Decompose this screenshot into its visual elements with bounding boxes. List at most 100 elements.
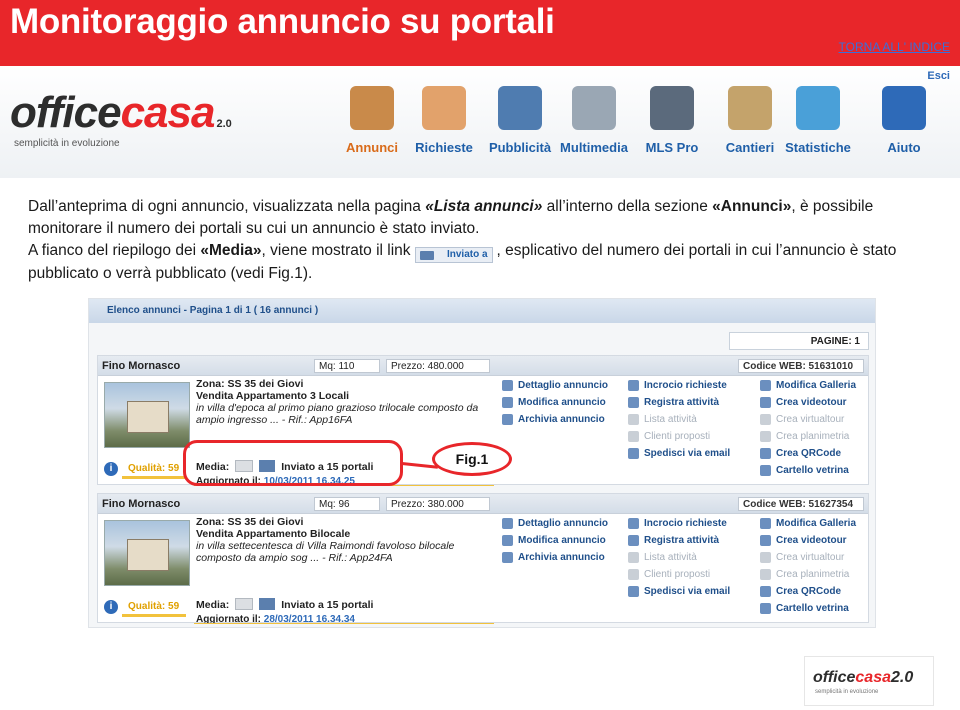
action-item[interactable]: Archivia annuncio bbox=[502, 550, 632, 567]
action-item[interactable]: Cartello vetrina bbox=[760, 601, 875, 618]
slide: Monitoraggio annuncio su portali TORNA A… bbox=[0, 0, 960, 710]
action-icon bbox=[628, 552, 639, 563]
action-item[interactable]: Incrocio richieste bbox=[628, 516, 758, 533]
media-summary: Media: Inviato a 15 portali bbox=[196, 598, 374, 611]
info-icon[interactable]: i bbox=[104, 462, 118, 476]
listing-price: Prezzo: 380.000 bbox=[386, 497, 490, 511]
nav-label: Richieste bbox=[415, 140, 473, 155]
nav-label: Aiuto bbox=[887, 140, 921, 155]
mls-icon bbox=[650, 86, 694, 130]
logout-link[interactable]: Esci bbox=[927, 70, 950, 82]
action-icon bbox=[628, 518, 639, 529]
footer-logo: officecasa2.0 semplicità in evoluzione bbox=[804, 656, 934, 706]
action-icon bbox=[502, 380, 513, 391]
action-item[interactable]: Spedisci via email bbox=[628, 446, 758, 463]
action-item[interactable]: Cartello vetrina bbox=[760, 463, 875, 480]
action-item[interactable]: Archivia annuncio bbox=[502, 412, 632, 429]
listing-code: Codice WEB: 51631010 bbox=[738, 359, 864, 373]
listing-photo[interactable] bbox=[104, 520, 190, 586]
action-item: Lista attività bbox=[628, 412, 758, 429]
action-icon bbox=[628, 569, 639, 580]
quality-indicator: i Qualità: 59 bbox=[104, 598, 188, 618]
action-item: Crea planimetria bbox=[760, 567, 875, 584]
camera-icon bbox=[235, 598, 254, 610]
listing-description: Zona: SS 35 dei Giovi Vendita Appartament… bbox=[196, 378, 479, 426]
nav-item-aiuto[interactable]: Aiuto bbox=[864, 84, 944, 170]
app-banner: officecasa 2.0 semplicità in evoluzione E… bbox=[0, 66, 960, 178]
action-icon bbox=[760, 535, 771, 546]
action-item[interactable]: Modifica annuncio bbox=[502, 395, 632, 412]
action-icon bbox=[760, 552, 771, 563]
logo-wordmark: officecasa bbox=[10, 88, 215, 137]
action-icon bbox=[502, 552, 513, 563]
action-icon bbox=[628, 380, 639, 391]
actions-richieste: Incrocio richieste Registra attività Lista… bbox=[628, 378, 758, 463]
action-icon bbox=[760, 518, 771, 529]
action-item: Crea virtualtour bbox=[760, 412, 875, 429]
action-item[interactable]: Modifica Galleria bbox=[760, 516, 875, 533]
action-item[interactable]: Crea QRCode bbox=[760, 584, 875, 601]
action-icon bbox=[760, 448, 771, 459]
nav-item-statistiche[interactable]: Statistiche bbox=[778, 84, 858, 170]
figure-label: Fig.1 bbox=[432, 442, 512, 476]
action-icon bbox=[760, 465, 771, 476]
listing-price: Prezzo: 480.000 bbox=[386, 359, 490, 373]
action-icon bbox=[628, 431, 639, 442]
nav-item-annunci[interactable]: Annunci bbox=[332, 84, 412, 170]
nav-item-mls-pro[interactable]: MLS Pro bbox=[632, 84, 712, 170]
camera-icon bbox=[572, 86, 616, 130]
action-icon bbox=[760, 603, 771, 614]
nav-label: Multimedia bbox=[560, 140, 628, 155]
action-icon bbox=[628, 448, 639, 459]
action-icon bbox=[760, 414, 771, 425]
action-item[interactable]: Dettaglio annuncio bbox=[502, 378, 632, 395]
screen-icon bbox=[498, 86, 542, 130]
action-item[interactable]: Registra attività bbox=[628, 533, 758, 550]
action-item[interactable]: Modifica Galleria bbox=[760, 378, 875, 395]
action-icon bbox=[760, 569, 771, 580]
action-icon bbox=[628, 535, 639, 546]
logo-tagline: semplicità in evoluzione bbox=[14, 138, 120, 149]
listing-city: Fino Mornasco bbox=[102, 498, 181, 510]
inviato-a-link-sample[interactable]: Inviato a bbox=[414, 247, 493, 263]
actions-richieste: Incrocio richieste Registra attività Lista… bbox=[628, 516, 758, 601]
help-icon bbox=[882, 86, 926, 130]
action-icon bbox=[502, 397, 513, 408]
action-icon bbox=[628, 397, 639, 408]
action-icon bbox=[760, 380, 771, 391]
action-item: Crea planimetria bbox=[760, 429, 875, 446]
action-item[interactable]: Crea videotour bbox=[760, 533, 875, 550]
action-item[interactable]: Incrocio richieste bbox=[628, 378, 758, 395]
officecasa-logo: officecasa 2.0 semplicità in evoluzione bbox=[10, 88, 232, 149]
inviato-a-link[interactable]: Inviato a 15 portali bbox=[281, 599, 373, 611]
listing-card: Fino Mornasco Mq: 96 Prezzo: 380.000 Codice… bbox=[97, 493, 869, 625]
action-item[interactable]: Spedisci via email bbox=[628, 584, 758, 601]
action-item: Lista attività bbox=[628, 550, 758, 567]
intro-paragraph: Dall’anteprima di ogni annuncio, visuali… bbox=[28, 198, 874, 237]
nav-item-multimedia[interactable]: Multimedia bbox=[554, 84, 634, 170]
main-nav: Annunci Richieste Pubblicità Multimedia MLS … bbox=[332, 84, 932, 170]
back-to-index-link[interactable]: TORNA ALL' INDICE bbox=[839, 40, 950, 54]
actions-annuncio: Dettaglio annuncio Modifica annuncio Archi… bbox=[502, 516, 632, 567]
nav-item-richieste[interactable]: Richieste bbox=[404, 84, 484, 170]
send-icon bbox=[259, 598, 276, 610]
action-icon bbox=[502, 535, 513, 546]
nav-label: Pubblicità bbox=[488, 140, 552, 155]
listing-description: Zona: SS 35 dei Giovi Vendita Appartament… bbox=[196, 516, 455, 564]
media-highlight bbox=[183, 440, 403, 486]
action-item[interactable]: Modifica annuncio bbox=[502, 533, 632, 550]
listing-header: Elenco annunci - Pagina 1 di 1 ( 16 annu… bbox=[89, 299, 875, 323]
house-icon bbox=[350, 86, 394, 130]
action-item[interactable]: Dettaglio annuncio bbox=[502, 516, 632, 533]
action-item[interactable]: Registra attività bbox=[628, 395, 758, 412]
bars-icon bbox=[796, 86, 840, 130]
listing-head: Fino Mornasco Mq: 110 Prezzo: 480.000 Codic… bbox=[98, 356, 868, 376]
page-title: Monitoraggio annuncio su portali bbox=[10, 2, 555, 41]
nav-item-pubblicit-[interactable]: Pubblicità bbox=[480, 84, 560, 170]
media-paragraph: A fianco del riepilogo dei «Media», vien… bbox=[28, 242, 897, 282]
info-icon[interactable]: i bbox=[104, 600, 118, 614]
action-item[interactable]: Crea QRCode bbox=[760, 446, 875, 463]
action-item[interactable]: Crea videotour bbox=[760, 395, 875, 412]
action-icon bbox=[760, 431, 771, 442]
listing-photo[interactable] bbox=[104, 382, 190, 448]
